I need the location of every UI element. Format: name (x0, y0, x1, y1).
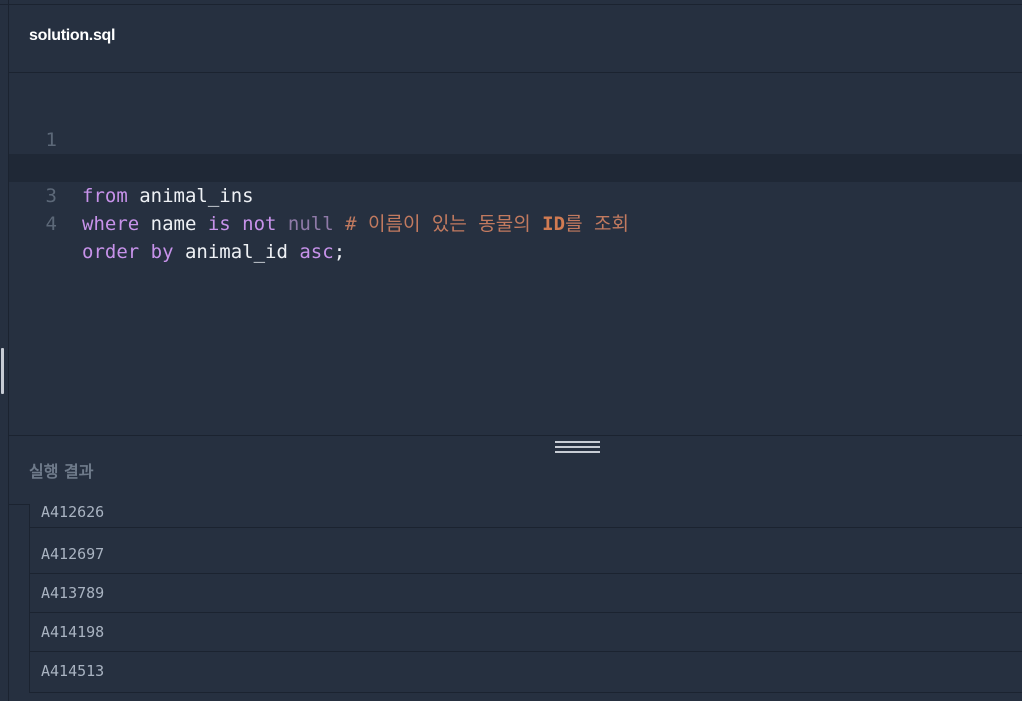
comment: # 이름이 있는 동물의 (345, 213, 543, 235)
code-text: order by animal_id asc; (82, 238, 345, 266)
keyword-where: where (82, 213, 140, 235)
results-title: 실행 결과 (29, 462, 94, 481)
editor-header: solution.sql (9, 5, 1022, 73)
resize-grip-icon[interactable] (555, 441, 600, 453)
code-line-3-active[interactable]: 3 where name is not null # 이름이 있는 동물의 ID… (9, 154, 1022, 235)
keyword-is-not: is not (207, 213, 277, 235)
comment: 를 조회 (565, 213, 629, 235)
keyword-asc: asc (299, 241, 334, 263)
identifier: name (139, 213, 208, 235)
table-row: A413789 (30, 574, 1022, 613)
results-header: 실행 결과 (9, 435, 1022, 505)
table-row: A412697 (30, 535, 1022, 574)
table-cell: A414198 (41, 623, 105, 641)
semicolon: ; (333, 241, 346, 263)
table-row: A412626 (30, 497, 1022, 528)
keyword-null: null (276, 213, 346, 235)
table-cell: A413789 (41, 584, 105, 602)
code-line-2[interactable]: 2 from animal_ins (9, 126, 1022, 207)
code-text: where name is not null # 이름이 있는 동물의 ID를 … (82, 210, 629, 238)
keyword-order-by: order by (82, 241, 174, 263)
comment-id: ID (542, 213, 566, 235)
code-line-4[interactable]: 4 order by animal_id asc; (9, 182, 1022, 263)
table-cell: A412697 (41, 545, 105, 563)
table-row: A414513 (30, 652, 1022, 690)
code-line-1[interactable]: 1 select animal_id (9, 98, 1022, 179)
table-cell: A412626 (41, 503, 105, 521)
file-tab-solution-sql[interactable]: solution.sql (29, 27, 115, 45)
line-number: 4 (45, 213, 57, 235)
table-cell: A414513 (41, 662, 105, 680)
results-table: A412626 A412697 A413789 A414198 A414513 (29, 497, 1022, 693)
sql-ide: solution.sql 1 select animal_id 2 from a… (0, 0, 1022, 701)
identifier: animal_id (173, 241, 300, 263)
code-editor[interactable]: 1 select animal_id 2 from animal_ins 3 w… (9, 73, 1022, 435)
table-row: A414198 (30, 613, 1022, 652)
vertical-splitter-handle[interactable] (1, 348, 4, 394)
